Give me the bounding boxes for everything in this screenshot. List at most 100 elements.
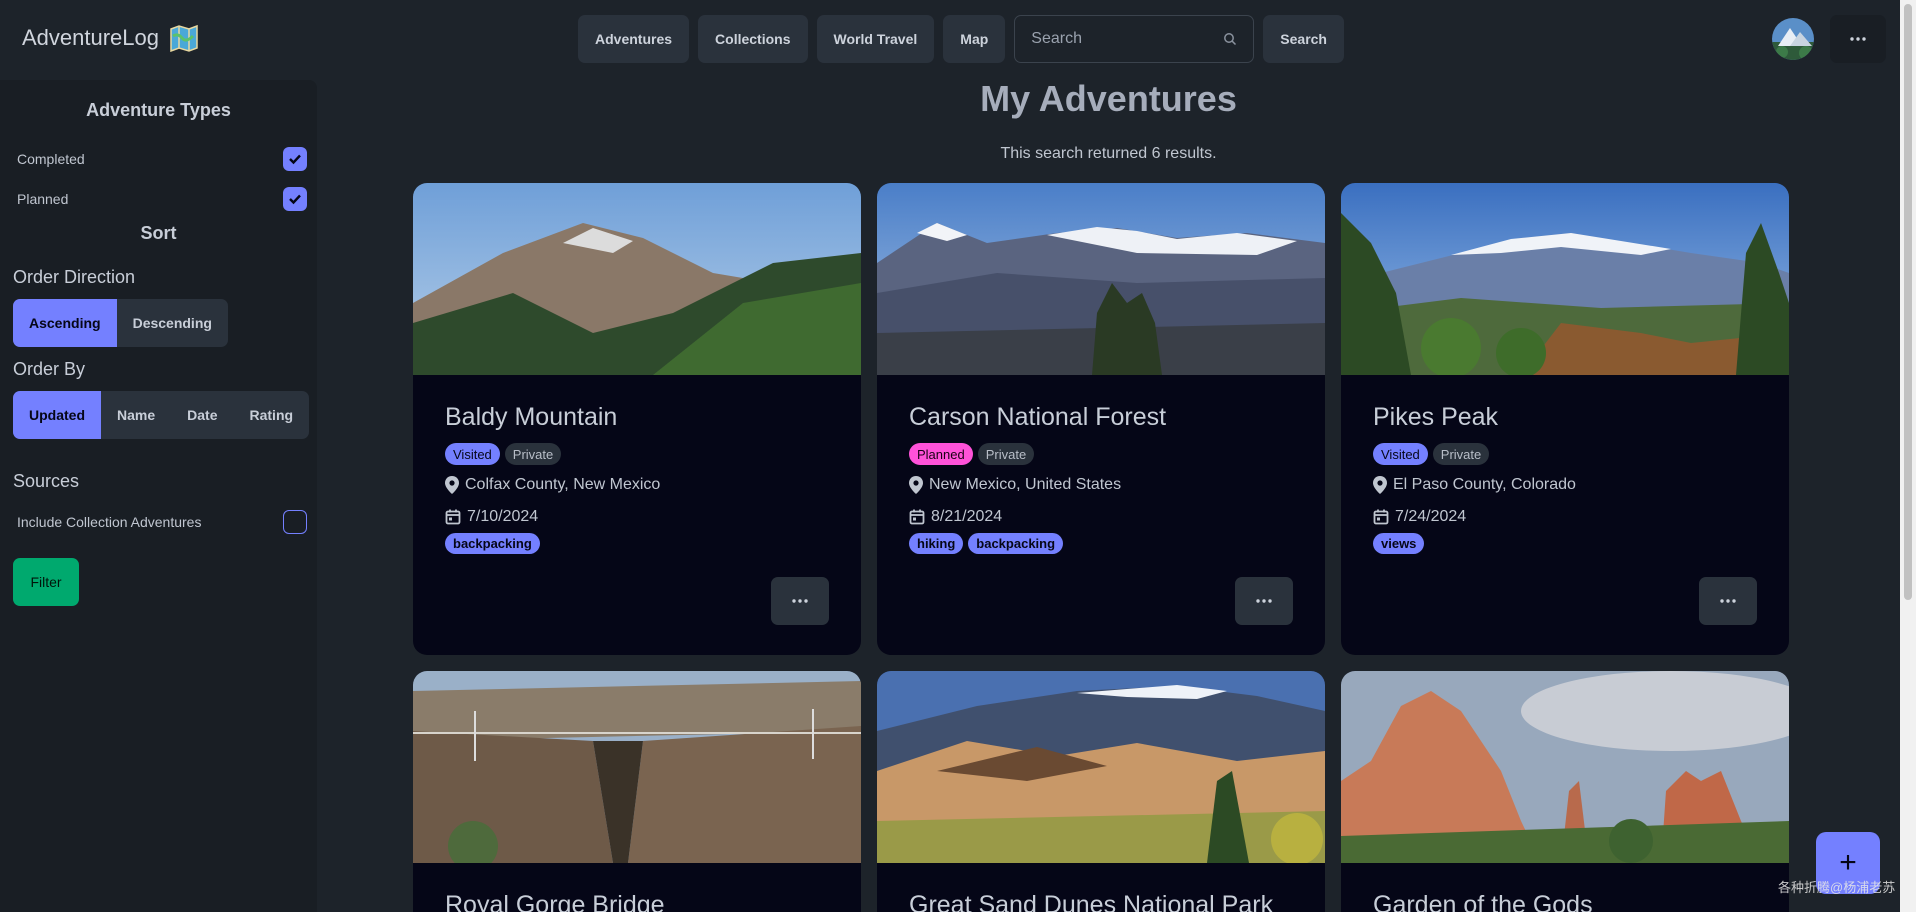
check-icon bbox=[289, 194, 301, 205]
location-pin-icon bbox=[445, 476, 459, 494]
more-icon bbox=[1720, 599, 1736, 603]
card-body: Garden of the Gods bbox=[1373, 891, 1773, 912]
card-title[interactable]: Great Sand Dunes National Park bbox=[909, 891, 1309, 912]
card-tags: backpacking bbox=[445, 533, 845, 554]
card-body: Great Sand Dunes National Park bbox=[909, 891, 1309, 912]
card-body: Carson National Forest Planned Private N… bbox=[909, 403, 1309, 554]
order-direction-title: Order Direction bbox=[13, 267, 136, 287]
card-badges: Planned Private bbox=[909, 443, 1309, 465]
nav-adventures-button[interactable]: Adventures bbox=[578, 15, 690, 63]
card-location: Colfax County, New Mexico bbox=[445, 473, 845, 497]
nav-world-travel-button[interactable]: World Travel bbox=[816, 15, 935, 63]
search-icon bbox=[1224, 33, 1237, 46]
card-tags: hiking backpacking bbox=[909, 533, 1309, 554]
sources-title: Sources bbox=[13, 471, 80, 491]
more-icon bbox=[1850, 37, 1866, 41]
order-by-rating-option[interactable]: Rating bbox=[234, 391, 310, 439]
nav-collections-button[interactable]: Collections bbox=[698, 15, 808, 63]
card-title[interactable]: Garden of the Gods bbox=[1373, 891, 1773, 912]
type-planned-label: Planned bbox=[17, 191, 69, 207]
results-count: This search returned 6 results. bbox=[1000, 145, 1217, 162]
adventure-card[interactable]: Baldy Mountain Visited Private Colfax Co… bbox=[413, 183, 861, 655]
check-icon bbox=[289, 154, 301, 165]
order-by-name-option[interactable]: Name bbox=[101, 391, 171, 439]
more-icon bbox=[1256, 599, 1272, 603]
type-completed-row[interactable]: Completed bbox=[17, 147, 307, 171]
order-by-date-option[interactable]: Date bbox=[171, 391, 233, 439]
card-menu-button[interactable] bbox=[1699, 577, 1757, 625]
include-collection-checkbox[interactable] bbox=[283, 510, 307, 534]
order-by-updated-option[interactable]: Updated bbox=[13, 391, 101, 439]
page-title: My Adventures bbox=[980, 78, 1237, 119]
adventure-image bbox=[413, 183, 861, 375]
avatar[interactable] bbox=[1772, 18, 1814, 60]
card-menu-button[interactable] bbox=[1235, 577, 1293, 625]
order-by-title: Order By bbox=[13, 359, 86, 379]
watermark-text: 各种折腾@杨浦老苏 bbox=[1778, 880, 1896, 895]
card-title[interactable]: Carson National Forest bbox=[909, 403, 1309, 437]
date-text: 7/24/2024 bbox=[1395, 508, 1467, 525]
more-menu-button[interactable] bbox=[1830, 15, 1886, 63]
type-planned-checkbox[interactable] bbox=[283, 187, 307, 211]
adventure-card[interactable]: Pikes Peak Visited Private El Paso Count… bbox=[1341, 183, 1789, 655]
order-descending-option[interactable]: Descending bbox=[117, 299, 228, 347]
adventure-card[interactable]: Great Sand Dunes National Park bbox=[877, 671, 1325, 912]
main-nav: Adventures Collections World Travel Map … bbox=[578, 15, 1344, 63]
type-planned-row[interactable]: Planned bbox=[17, 187, 307, 211]
card-badges: Visited Private bbox=[1373, 443, 1773, 465]
map-icon bbox=[170, 24, 198, 52]
brand[interactable]: AdventureLog bbox=[22, 24, 199, 52]
date-text: 8/21/2024 bbox=[931, 508, 1003, 525]
search-input[interactable]: Search bbox=[1014, 15, 1255, 63]
card-tags: views bbox=[1373, 533, 1773, 554]
type-completed-checkbox[interactable] bbox=[283, 147, 307, 171]
location-pin-icon bbox=[1373, 476, 1387, 494]
location-text: El Paso County, Colorado bbox=[1393, 476, 1576, 493]
adventure-image bbox=[413, 671, 861, 863]
card-title[interactable]: Pikes Peak bbox=[1373, 403, 1773, 437]
adventure-card[interactable]: Carson National Forest Planned Private N… bbox=[877, 183, 1325, 655]
status-badge: Visited bbox=[1373, 443, 1428, 465]
location-text: New Mexico, United States bbox=[929, 476, 1122, 493]
card-title[interactable]: Baldy Mountain bbox=[445, 403, 845, 437]
card-menu-button[interactable] bbox=[771, 577, 829, 625]
type-completed-label: Completed bbox=[17, 151, 85, 167]
adventure-image bbox=[877, 671, 1325, 863]
status-badge: Visited bbox=[445, 443, 500, 465]
search-button[interactable]: Search bbox=[1263, 15, 1344, 63]
location-pin-icon bbox=[909, 476, 923, 494]
page-scrollbar[interactable] bbox=[1900, 0, 1916, 912]
card-location: New Mexico, United States bbox=[909, 473, 1309, 497]
brand-name[interactable]: AdventureLog bbox=[22, 25, 159, 51]
nav-map-button[interactable]: Map bbox=[943, 15, 1006, 63]
scrollbar-thumb[interactable] bbox=[1904, 4, 1912, 600]
tag-badge: views bbox=[1373, 533, 1425, 554]
status-badge: Planned bbox=[909, 443, 973, 465]
adventure-card[interactable]: Royal Gorge Bridge bbox=[413, 671, 861, 912]
navbar: AdventureLog Adventures Collections Worl… bbox=[0, 0, 1900, 78]
adventure-image bbox=[877, 183, 1325, 375]
more-icon bbox=[792, 599, 808, 603]
card-badges: Visited Private bbox=[445, 443, 845, 465]
card-body: Pikes Peak Visited Private El Paso Count… bbox=[1373, 403, 1773, 554]
order-by-toggle: Updated Name Date Rating bbox=[13, 391, 310, 439]
search-placeholder: Search bbox=[1031, 30, 1082, 47]
order-ascending-option[interactable]: Ascending bbox=[13, 299, 117, 347]
calendar-icon bbox=[1373, 509, 1389, 525]
adventure-types-title: Adventure Types bbox=[86, 100, 231, 120]
tag-badge: hiking bbox=[909, 533, 964, 554]
card-body: Baldy Mountain Visited Private Colfax Co… bbox=[445, 403, 845, 554]
filter-sidebar: Adventure Types Completed Planned Sort O… bbox=[0, 80, 317, 912]
card-date: 7/24/2024 bbox=[1373, 505, 1773, 529]
visibility-badge: Private bbox=[504, 443, 562, 465]
card-date: 8/21/2024 bbox=[909, 505, 1309, 529]
include-collection-row[interactable]: Include Collection Adventures bbox=[17, 510, 307, 534]
calendar-icon bbox=[445, 509, 461, 525]
visibility-badge: Private bbox=[1432, 443, 1490, 465]
adventure-image bbox=[1341, 183, 1789, 375]
sort-title: Sort bbox=[140, 223, 177, 243]
adventure-image bbox=[1341, 671, 1789, 863]
filter-button[interactable]: Filter bbox=[13, 558, 79, 606]
card-title[interactable]: Royal Gorge Bridge bbox=[445, 891, 845, 912]
adventure-card[interactable]: Garden of the Gods bbox=[1341, 671, 1789, 912]
